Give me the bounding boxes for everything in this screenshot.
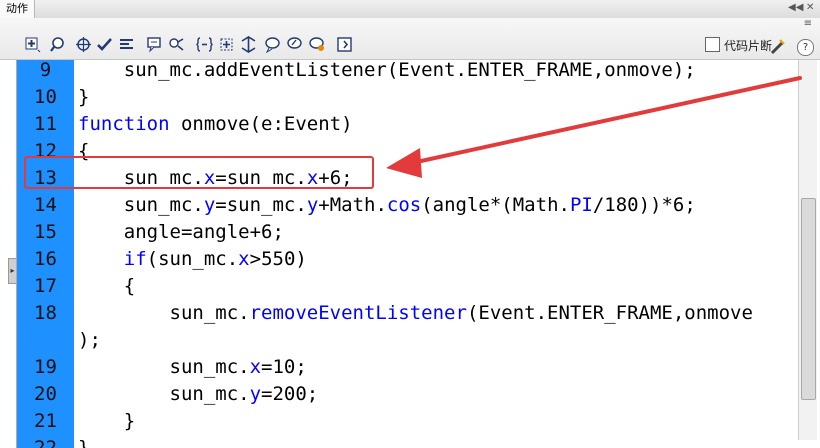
line-number: 10 bbox=[34, 86, 57, 108]
code-token: =200; bbox=[261, 383, 319, 405]
code-keyword: removeEventListener bbox=[249, 302, 467, 324]
add-statement-icon[interactable] bbox=[24, 36, 41, 53]
code-line[interactable]: 9 sun_mc.addEventListener(Event.ENTER_FR… bbox=[17, 60, 799, 84]
remove-comment-icon[interactable] bbox=[308, 36, 325, 53]
panel-title-bar: 动作 ◀◀ ✕ bbox=[0, 0, 820, 19]
show-hide-toolbox-icon[interactable] bbox=[336, 36, 353, 53]
code-line[interactable]: 11 function onmove(e:Event) bbox=[17, 111, 799, 138]
code-token: sun_mc.addEventListener(Event.ENTER_FRAM… bbox=[78, 60, 696, 81]
line-number: 19 bbox=[34, 356, 57, 378]
code-token: sun_mc. bbox=[78, 383, 250, 405]
code-line[interactable]: 22} bbox=[17, 435, 799, 448]
line-number: 9 bbox=[39, 60, 52, 81]
find-icon[interactable] bbox=[49, 36, 66, 53]
code-line[interactable]: ); bbox=[17, 327, 799, 354]
code-text: { bbox=[78, 273, 135, 300]
code-line[interactable]: 17 { bbox=[17, 273, 799, 300]
code-token: /180))*6; bbox=[592, 194, 696, 216]
code-text: sun_mc.y=sun_mc.y+Math.cos(angle*(Math.P… bbox=[78, 192, 696, 219]
line-number: 20 bbox=[34, 383, 57, 405]
code-text: if(sun_mc.x>550) bbox=[78, 246, 307, 273]
panel-menu-icon[interactable]: ≡ bbox=[804, 18, 812, 29]
code-token: +Math. bbox=[318, 194, 387, 216]
line-number: 16 bbox=[34, 248, 57, 270]
code-token: } bbox=[78, 86, 90, 108]
code-line[interactable]: 16 if(sun_mc.x>550) bbox=[17, 246, 799, 273]
vertical-scrollbar[interactable] bbox=[798, 60, 817, 440]
code-keyword: x bbox=[238, 248, 250, 270]
code-line[interactable]: 20 sun_mc.y=200; bbox=[17, 381, 799, 408]
code-token: sun_mc. bbox=[78, 194, 204, 216]
collapse-panel-icon[interactable]: ◀◀ bbox=[788, 2, 803, 13]
auto-format-icon[interactable] bbox=[118, 36, 135, 53]
line-number: 11 bbox=[34, 113, 57, 135]
code-text: } bbox=[78, 84, 89, 111]
code-token: (angle*(Math. bbox=[421, 194, 570, 216]
code-text: sun_mc.x=10; bbox=[78, 354, 307, 381]
code-snippets-icon bbox=[704, 37, 720, 52]
code-text: } bbox=[78, 408, 135, 435]
code-token: { bbox=[78, 275, 136, 297]
actions-toolbar: ≡ 代码片断 ? bbox=[0, 18, 820, 60]
code-snippets-label: 代码片断 bbox=[723, 39, 772, 53]
tab-actions[interactable]: 动作 bbox=[0, 0, 35, 18]
scrollbar-thumb[interactable] bbox=[801, 198, 816, 400]
code-keyword: if bbox=[123, 248, 147, 270]
code-line[interactable]: 19 sun_mc.x=10; bbox=[17, 354, 799, 381]
code-token: =10; bbox=[261, 356, 307, 378]
code-keyword: function bbox=[78, 113, 170, 135]
code-line[interactable]: 10} bbox=[17, 84, 799, 111]
code-text: angle=angle+6; bbox=[78, 219, 284, 246]
line-number: 14 bbox=[34, 194, 57, 216]
code-token: } bbox=[78, 437, 90, 448]
show-code-hint-icon[interactable] bbox=[146, 36, 163, 53]
code-keyword: x bbox=[249, 356, 262, 378]
code-token: (Event.ENTER_FRAME,onmove bbox=[466, 302, 753, 324]
code-text: sun_mc.y=200; bbox=[78, 381, 319, 408]
code-keyword: y bbox=[203, 194, 216, 216]
line-number: 22 bbox=[34, 437, 57, 448]
code-text: } bbox=[78, 435, 89, 448]
help-icon[interactable]: ? bbox=[797, 39, 814, 56]
code-token: ); bbox=[78, 329, 101, 351]
code-text: function onmove(e:Event) bbox=[78, 111, 353, 138]
code-line[interactable]: 14 sun_mc.y=sun_mc.y+Math.cos(angle*(Mat… bbox=[17, 192, 799, 219]
apply-block-comment-icon[interactable] bbox=[264, 36, 281, 54]
code-token: } bbox=[78, 410, 136, 432]
code-token: sun_mc. bbox=[78, 356, 250, 378]
code-token: =sun_mc. bbox=[215, 194, 307, 216]
line-number: 15 bbox=[34, 221, 57, 243]
code-keyword: PI bbox=[569, 194, 593, 216]
highlight-box-annotation bbox=[24, 156, 374, 189]
code-text: sun_mc.addEventListener(Event.ENTER_FRAM… bbox=[78, 60, 696, 84]
apply-line-comment-icon[interactable] bbox=[286, 36, 303, 53]
debug-options-icon[interactable] bbox=[168, 36, 185, 53]
code-line[interactable]: 21 } bbox=[17, 408, 799, 435]
code-line[interactable]: 15 angle=angle+6; bbox=[17, 219, 799, 246]
script-assist-wand-icon[interactable] bbox=[769, 38, 786, 55]
collapse-between-braces-icon[interactable] bbox=[196, 36, 213, 53]
code-token: sun_mc. bbox=[78, 302, 250, 324]
close-panel-icon[interactable]: ✕ bbox=[806, 2, 814, 13]
code-snippets-button[interactable]: 代码片断 bbox=[704, 37, 772, 54]
insert-target-path-icon[interactable] bbox=[75, 36, 92, 53]
line-number: 18 bbox=[34, 302, 57, 324]
code-token: angle=angle+6; bbox=[78, 221, 284, 243]
check-syntax-icon[interactable] bbox=[96, 36, 113, 53]
code-token: onmove(e:Event) bbox=[169, 113, 353, 135]
code-token: (sun_mc. bbox=[146, 248, 239, 270]
line-number: 21 bbox=[34, 410, 57, 432]
expand-all-icon[interactable] bbox=[240, 36, 257, 53]
script-editor[interactable]: 9 sun_mc.addEventListener(Event.ENTER_FR… bbox=[16, 60, 799, 448]
code-line[interactable]: 18 sun_mc.removeEventListener(Event.ENTE… bbox=[17, 300, 799, 327]
code-token: >550) bbox=[249, 248, 307, 270]
code-keyword: cos bbox=[386, 194, 422, 216]
code-text: sun_mc.removeEventListener(Event.ENTER_F… bbox=[78, 300, 753, 327]
collapse-selection-icon[interactable] bbox=[218, 36, 235, 53]
code-keyword: y bbox=[249, 383, 262, 405]
code-text: ); bbox=[78, 327, 101, 354]
code-keyword: y bbox=[306, 194, 319, 216]
line-number: 17 bbox=[34, 275, 57, 297]
